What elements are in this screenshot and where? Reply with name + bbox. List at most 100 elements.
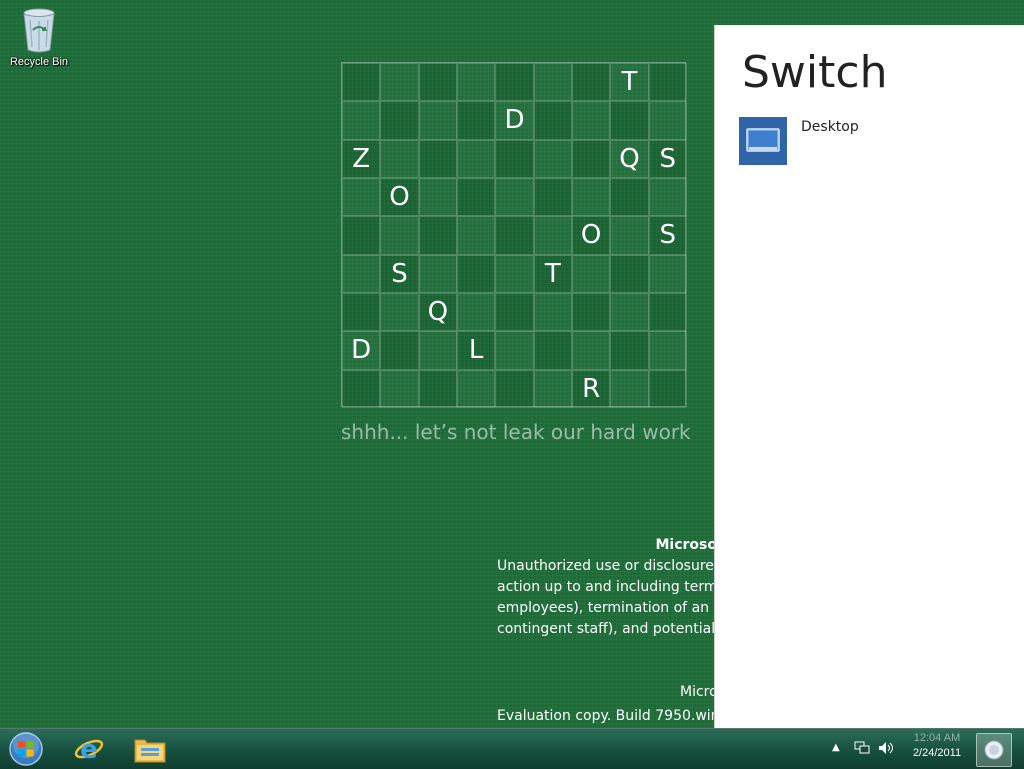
grid-cell — [495, 177, 534, 217]
grid-cell: R — [571, 369, 611, 408]
recycle-bin-label: Recycle Bin — [9, 56, 69, 68]
grid-cell: D — [342, 331, 381, 370]
grid-cell — [418, 369, 457, 408]
grid-cell — [456, 63, 496, 102]
grid-cell — [380, 216, 419, 255]
grid-cell — [495, 292, 534, 332]
grid-cell — [571, 139, 611, 178]
grid-cell — [418, 216, 457, 255]
system-tray: ▲ 12:04 AM 2/24/2011 — [824, 729, 1024, 769]
grid-cell — [648, 292, 687, 332]
network-icon[interactable] — [854, 741, 870, 758]
grid-cell: S — [648, 216, 687, 255]
internet-explorer-icon: e — [74, 735, 104, 765]
grid-cell — [610, 254, 649, 293]
grid-cell — [456, 292, 496, 332]
show-desktop-button[interactable] — [976, 733, 1012, 767]
grid-cell — [418, 331, 457, 370]
grid-cell: S — [648, 139, 687, 178]
recycle-bin-icon — [23, 8, 55, 53]
grid-cell: O — [380, 177, 419, 217]
grid-cell — [571, 101, 611, 140]
switch-item-label: Desktop — [801, 119, 859, 135]
grid-cell — [342, 216, 381, 255]
clock-date: 2/24/2011 — [912, 747, 962, 759]
svg-text:e: e — [80, 735, 98, 765]
grid-cell: Z — [342, 139, 381, 178]
tagline: shhh... let’s not leak our hard work — [341, 420, 691, 444]
grid-cell — [342, 63, 381, 102]
grid-cell: S — [380, 254, 419, 293]
grid-cell — [610, 177, 649, 217]
grid-cell — [418, 254, 457, 293]
grid-cell — [456, 139, 496, 178]
show-desktop-icon — [984, 740, 1004, 760]
grid-cell — [456, 177, 496, 217]
grid-cell — [533, 292, 572, 332]
grid-cell: Q — [418, 292, 457, 332]
grid-cell — [610, 216, 649, 255]
grid-cell — [380, 331, 419, 370]
grid-cell: D — [495, 101, 534, 140]
grid-cell — [456, 101, 496, 140]
show-hidden-icons-icon[interactable]: ▲ — [832, 742, 840, 753]
grid-cell — [418, 139, 457, 178]
letter-grid: TDZQSOOSSTQDLR — [341, 62, 687, 408]
grid-cell — [456, 254, 496, 293]
grid-cell — [648, 369, 687, 408]
grid-cell — [648, 331, 687, 370]
volume-icon[interactable] — [878, 741, 894, 758]
grid-cell — [610, 292, 649, 332]
desktop-icon-recycle-bin[interactable]: Recycle Bin — [4, 6, 74, 68]
grid-cell: T — [610, 63, 649, 102]
grid-cell — [533, 369, 572, 408]
grid-cell — [533, 63, 572, 102]
grid-cell — [342, 177, 381, 217]
grid-cell: O — [571, 216, 611, 255]
taskbar: e ▲ 12:04 AM 2/24/2011 — [0, 728, 1024, 769]
grid-cell — [380, 63, 419, 102]
switch-pane: Switch Desktop — [715, 25, 1024, 743]
grid-cell — [456, 216, 496, 255]
grid-cell — [495, 331, 534, 370]
evaluation-watermark: Evaluation copy. Build 7950.winm — [497, 708, 734, 724]
grid-cell — [571, 63, 611, 102]
grid-cell — [380, 101, 419, 140]
internet-explorer-button[interactable]: e — [64, 731, 114, 767]
grid-cell — [571, 177, 611, 217]
grid-cell — [571, 292, 611, 332]
grid-cell — [533, 216, 572, 255]
grid-cell — [380, 292, 419, 332]
grid-cell — [495, 139, 534, 178]
grid-cell: Q — [610, 139, 649, 178]
grid-cell — [456, 369, 496, 408]
grid-cell — [571, 254, 611, 293]
grid-cell — [418, 63, 457, 102]
start-button[interactable] — [6, 731, 46, 767]
grid-cell — [610, 101, 649, 140]
grid-cell — [533, 101, 572, 140]
grid-cell — [610, 369, 649, 408]
windows-start-icon — [9, 732, 43, 766]
grid-cell — [648, 101, 687, 140]
file-explorer-button[interactable] — [125, 731, 175, 767]
grid-cell: T — [533, 254, 572, 293]
grid-cell — [533, 177, 572, 217]
grid-cell — [380, 139, 419, 178]
grid-cell — [342, 101, 381, 140]
grid-cell — [610, 331, 649, 370]
grid-cell — [495, 254, 534, 293]
clock-time: 12:04 AM — [913, 732, 961, 744]
grid-cell — [648, 254, 687, 293]
switch-item-desktop[interactable]: Desktop — [739, 117, 999, 169]
grid-cell: L — [456, 331, 496, 370]
grid-cell — [380, 369, 419, 408]
clock[interactable]: 12:04 AM 2/24/2011 — [902, 731, 972, 761]
grid-cell — [648, 177, 687, 217]
grid-cell — [533, 139, 572, 178]
switch-title: Switch — [742, 47, 888, 98]
grid-cell — [495, 369, 534, 408]
grid-cell — [533, 331, 572, 370]
desktop-thumbnail-icon — [739, 117, 787, 165]
legal-company: Micro — [680, 684, 718, 700]
